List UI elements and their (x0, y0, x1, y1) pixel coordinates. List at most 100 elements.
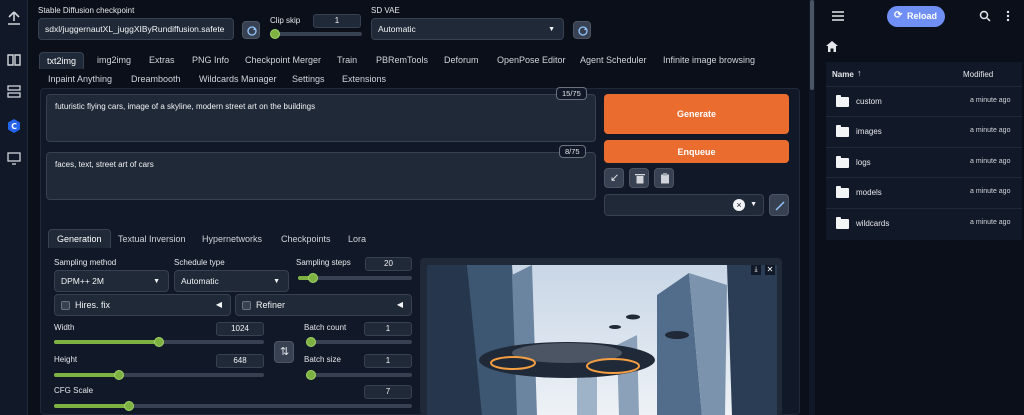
refiner-accordion[interactable]: Refiner ◀ (235, 294, 412, 316)
folder-icon (836, 186, 849, 199)
left-rail: C (0, 0, 28, 415)
generate-button[interactable]: Generate (604, 94, 789, 134)
server-icon[interactable] (6, 84, 22, 100)
more-vertical-icon[interactable] (1006, 10, 1010, 22)
tab-wildcards-manager[interactable]: Wildcards Manager (199, 74, 277, 84)
subtab-textual-inversion[interactable]: Textual Inversion (118, 234, 186, 244)
trash-button[interactable] (629, 168, 649, 188)
tab-settings[interactable]: Settings (292, 74, 325, 84)
checkpoint-select[interactable]: sdxl/juggernautXL_juggXIByRundiffusion.s… (38, 18, 234, 40)
refresh-icon (247, 26, 257, 36)
scroll-thumb[interactable] (810, 0, 814, 90)
main-scrollbar[interactable] (809, 0, 815, 415)
sampling-method-select[interactable]: DPM++ 2M ▼ (54, 270, 169, 292)
folder-icon (836, 125, 849, 138)
chevron-down-icon: ▼ (750, 201, 757, 208)
file-row[interactable]: wildcards a minute ago (826, 207, 1022, 238)
batch-count-input[interactable]: 1 (364, 322, 412, 336)
refresh-icon (578, 26, 588, 36)
file-modified: a minute ago (970, 97, 1011, 104)
book-icon[interactable] (6, 52, 22, 68)
sort-arrow-up-icon[interactable]: ↑ (857, 68, 862, 78)
sampling-steps-slider[interactable] (298, 273, 412, 283)
hires-fix-checkbox[interactable] (61, 301, 70, 310)
subtab-lora[interactable]: Lora (348, 234, 366, 244)
width-label: Width (54, 323, 75, 332)
menu-icon[interactable] (832, 11, 844, 21)
cfg-scale-input[interactable]: 7 (364, 385, 412, 399)
file-name: models (856, 188, 882, 198)
monitor-icon[interactable] (6, 150, 22, 166)
file-row[interactable]: custom a minute ago (826, 86, 1022, 116)
file-row[interactable]: images a minute ago (826, 116, 1022, 146)
upload-icon[interactable] (6, 10, 22, 26)
file-row[interactable]: logs a minute ago (826, 146, 1022, 177)
tab-checkpoint-merger[interactable]: Checkpoint Merger (245, 55, 321, 65)
negative-prompt-textarea[interactable]: faces, text, street art of cars (46, 152, 596, 200)
file-modified: a minute ago (970, 157, 1011, 165)
subtab-generation[interactable]: Generation (48, 229, 111, 248)
read-params-button[interactable]: ↙ (604, 168, 624, 188)
styles-select[interactable]: × ▼ (604, 194, 764, 216)
hires-fix-accordion[interactable]: Hires. fix ◀ (54, 294, 231, 316)
width-input[interactable]: 1024 (216, 322, 264, 336)
tab-deforum[interactable]: Deforum (444, 55, 479, 65)
folder-icon (836, 95, 849, 107)
tab-img2img[interactable]: img2img (97, 55, 131, 65)
prompt-token-counter: 15/75 (556, 87, 587, 100)
folder-icon (836, 216, 849, 229)
extension-c-icon[interactable]: C (6, 118, 22, 134)
batch-size-slider[interactable] (306, 370, 412, 380)
file-name: custom (856, 97, 882, 106)
width-slider[interactable] (54, 337, 264, 347)
search-icon[interactable] (979, 10, 991, 22)
swap-dimensions-button[interactable]: ⇅ (274, 341, 294, 363)
batch-count-slider[interactable] (306, 337, 412, 347)
tab-inpaint-anything[interactable]: Inpaint Anything (48, 74, 112, 84)
checkpoint-label: Stable Diffusion checkpoint (38, 6, 135, 15)
file-row[interactable]: models a minute ago (826, 177, 1022, 207)
download-icon[interactable]: ⤓ (751, 265, 761, 275)
clip-skip-input[interactable]: 1 (313, 14, 361, 28)
tab-dreambooth[interactable]: Dreambooth (131, 74, 181, 84)
name-column-header[interactable]: Name (832, 70, 854, 79)
height-slider[interactable] (54, 370, 264, 380)
tab-agent-scheduler[interactable]: Agent Scheduler (580, 55, 647, 65)
tab-txt2img[interactable]: txt2img (39, 52, 85, 69)
subtab-checkpoints[interactable]: Checkpoints (281, 234, 331, 244)
refiner-checkbox[interactable] (242, 301, 251, 310)
edit-styles-button[interactable] (769, 194, 789, 216)
file-modified: a minute ago (970, 127, 1011, 135)
sampling-steps-input[interactable]: 20 (365, 257, 412, 271)
generated-image (427, 265, 777, 415)
schedule-type-select[interactable]: Automatic ▼ (174, 270, 289, 292)
refresh-icon: ⟳ (894, 10, 903, 21)
tab-extras[interactable]: Extras (149, 55, 175, 65)
clear-styles-icon[interactable]: × (733, 199, 745, 211)
reload-button[interactable]: ⟳ Reload (887, 6, 945, 27)
tab-train[interactable]: Train (337, 55, 357, 65)
refiner-label: Refiner (256, 300, 286, 310)
clipboard-button[interactable] (654, 168, 674, 188)
vae-select[interactable]: Automatic ▼ (371, 18, 564, 40)
batch-size-input[interactable]: 1 (364, 354, 412, 368)
subtab-hypernetworks[interactable]: Hypernetworks (202, 234, 262, 244)
file-modified: a minute ago (970, 218, 1011, 226)
tab-png-info[interactable]: PNG Info (192, 55, 229, 65)
refresh-vae-button[interactable] (573, 21, 591, 39)
prompt-textarea[interactable]: futuristic flying cars, image of a skyli… (46, 94, 596, 142)
home-icon[interactable] (826, 41, 838, 52)
height-input[interactable]: 648 (216, 354, 264, 368)
tab-extensions[interactable]: Extensions (342, 74, 386, 84)
enqueue-button[interactable]: Enqueue (604, 140, 789, 163)
reload-label: Reload (907, 11, 938, 21)
clip-skip-slider[interactable] (270, 29, 362, 39)
file-name: images (856, 127, 882, 137)
tab-infinite-image-browsing[interactable]: Infinite image browsing (663, 55, 755, 65)
tab-pbremtools[interactable]: PBRemTools (376, 55, 428, 65)
tab-openpose-editor[interactable]: OpenPose Editor (497, 55, 566, 65)
close-icon[interactable]: ✕ (765, 265, 775, 275)
modified-column-header[interactable]: Modified (963, 70, 993, 79)
cfg-scale-slider[interactable] (54, 401, 412, 411)
refresh-checkpoint-button[interactable] (242, 21, 260, 39)
